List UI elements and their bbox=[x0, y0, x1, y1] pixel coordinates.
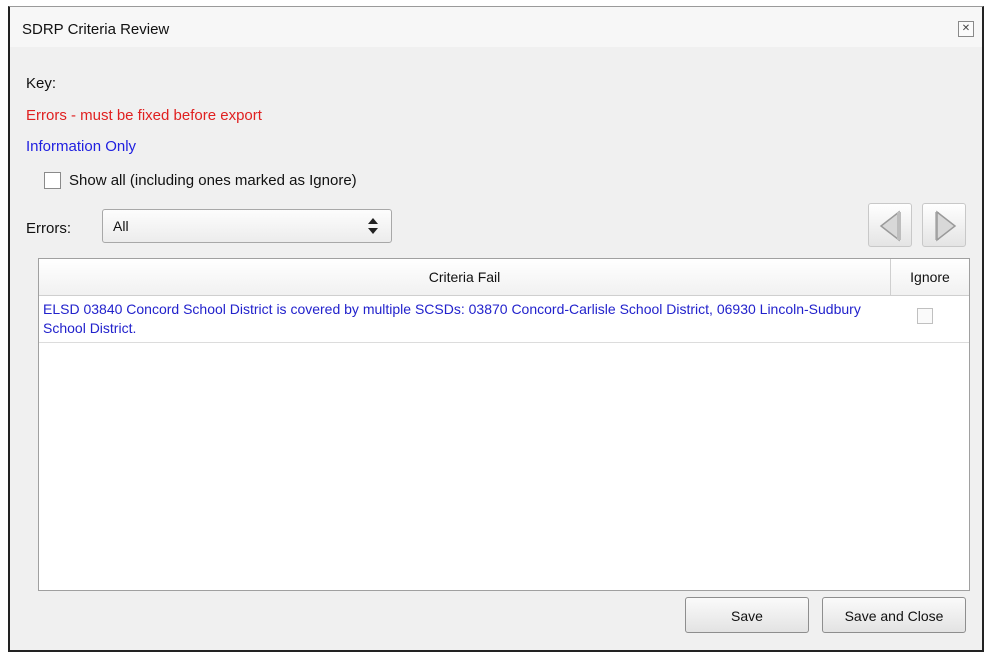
arrow-right-icon bbox=[935, 210, 957, 242]
show-all-option[interactable]: Show all (including ones marked as Ignor… bbox=[44, 169, 357, 191]
previous-button[interactable] bbox=[868, 203, 912, 247]
errors-filter-label: Errors: bbox=[26, 220, 71, 237]
save-and-close-button[interactable]: Save and Close bbox=[822, 597, 966, 633]
key-label: Key: bbox=[26, 75, 57, 92]
key-errors-text: Errors - must be fixed before export bbox=[26, 107, 262, 124]
key-info-text: Information Only bbox=[26, 138, 137, 155]
errors-filter-select[interactable]: All bbox=[102, 209, 392, 243]
criteria-table: Criteria Fail Ignore ELSD 03840 Concord … bbox=[38, 258, 970, 591]
sdrp-criteria-review-dialog: SDRP Criteria Review ✕ Key: Errors - mus… bbox=[8, 6, 984, 652]
errors-filter-value: All bbox=[113, 218, 129, 234]
table-row[interactable]: ELSD 03840 Concord School District is co… bbox=[39, 296, 969, 343]
show-all-checkbox[interactable] bbox=[44, 171, 61, 189]
next-button[interactable] bbox=[922, 203, 966, 247]
column-header-criteria-fail[interactable]: Criteria Fail bbox=[39, 259, 891, 295]
save-button[interactable]: Save bbox=[685, 597, 809, 633]
close-icon[interactable]: ✕ bbox=[958, 21, 974, 37]
criteria-fail-cell: ELSD 03840 Concord School District is co… bbox=[43, 301, 861, 336]
column-header-ignore[interactable]: Ignore bbox=[891, 259, 969, 295]
ignore-checkbox[interactable] bbox=[917, 308, 933, 324]
dialog-title: SDRP Criteria Review bbox=[22, 21, 170, 38]
title-bar: SDRP Criteria Review ✕ bbox=[10, 7, 982, 47]
arrow-left-icon bbox=[879, 210, 901, 242]
table-header: Criteria Fail Ignore bbox=[39, 259, 969, 296]
show-all-label: Show all (including ones marked as Ignor… bbox=[69, 171, 357, 189]
updown-arrows-icon bbox=[368, 218, 378, 234]
